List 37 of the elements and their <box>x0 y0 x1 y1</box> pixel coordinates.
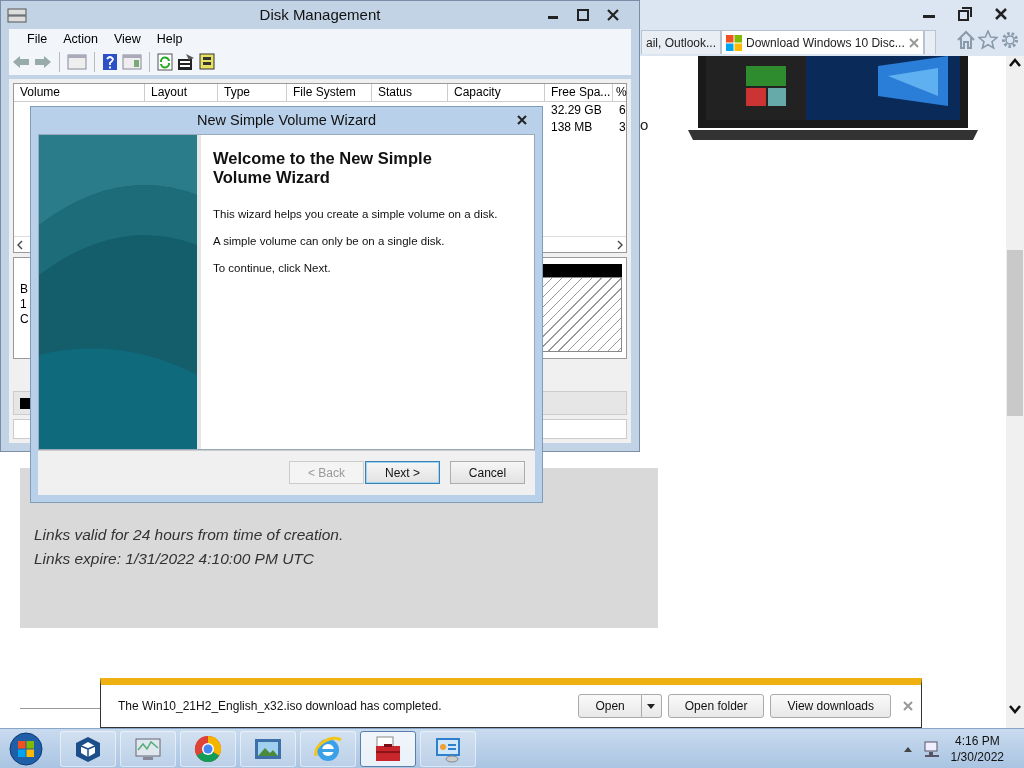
column-header[interactable]: Capacity <box>448 84 545 101</box>
dialog-text: This wizard helps you create a simple volume on a disk. <box>213 207 499 220</box>
column-header[interactable]: Free Spa... <box>545 84 613 101</box>
disk-label: C <box>20 312 30 327</box>
disk-label: B <box>20 282 29 297</box>
table-cell-text: 32.29 GB <box>550 102 603 119</box>
dialog-title: New Simple Volume Wizard <box>196 112 377 129</box>
table-cell-text: 3 <box>618 119 626 136</box>
info-text: Links valid for 24 hours from time of creation. <box>34 526 345 544</box>
column-header[interactable]: % <box>613 84 627 101</box>
info-text: Links expire: 1/31/2022 4:10:00 PM UTC <box>34 550 315 568</box>
window-title: Disk Management <box>258 6 382 24</box>
download-message: The Win10_21H2_English_x32.iso download has completed. <box>118 699 443 713</box>
column-header[interactable]: Volume <box>14 84 145 101</box>
page-text: o <box>640 116 649 133</box>
disk-label: 1 <box>20 297 28 312</box>
dialog-button[interactable]: Cancel <box>450 461 525 485</box>
browser-tab[interactable]: ail, Outlook... <box>641 30 722 54</box>
dialog-heading: Welcome to the New Simple Volume Wizard <box>213 148 433 187</box>
download-action-button[interactable]: View downloads <box>770 694 891 718</box>
table-cell-text: 6 <box>618 102 626 119</box>
open-button[interactable]: Open <box>578 694 642 718</box>
clock[interactable]: 4:16 PM 1/30/2022 <box>950 732 1004 765</box>
menu-item[interactable]: File <box>27 31 48 46</box>
browser-tab[interactable]: Download Windows 10 Disc... <box>721 30 924 54</box>
column-header[interactable]: Status <box>372 84 448 101</box>
column-header[interactable]: Type <box>218 84 287 101</box>
menu-item[interactable]: View <box>113 31 141 46</box>
column-header[interactable]: Layout <box>145 84 218 101</box>
menu-item[interactable]: Help <box>156 31 183 46</box>
dialog-button[interactable]: Next > <box>365 461 440 485</box>
dialog-text: To continue, click Next. <box>213 261 332 274</box>
download-action-button[interactable]: Open folder <box>667 694 765 718</box>
menu-item[interactable]: Action <box>63 31 98 46</box>
table-cell-text: 138 MB <box>550 119 594 136</box>
column-header[interactable]: File System <box>287 84 372 101</box>
dialog-text: A simple volume can only be on a single disk. <box>213 234 446 247</box>
